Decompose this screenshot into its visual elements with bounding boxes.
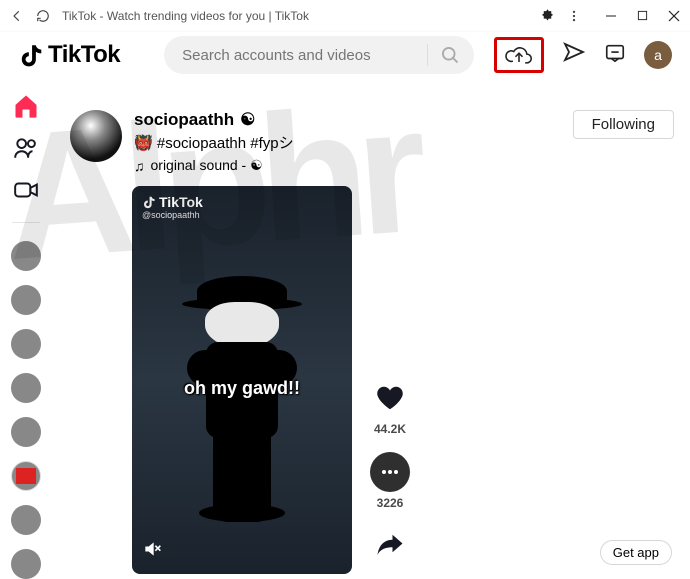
inbox-icon[interactable] [604, 42, 626, 69]
sound-name: original sound - ☯ [151, 157, 263, 174]
browser-chrome: TikTok - Watch trending videos for you |… [0, 0, 690, 32]
sound-row[interactable]: ♫ original sound - ☯ [134, 157, 561, 174]
action-bar: 44.2K 3226 [370, 378, 410, 574]
suggested-avatar[interactable] [11, 505, 41, 535]
menu-icon[interactable] [567, 9, 581, 23]
tiktok-logo[interactable]: TikTok [18, 41, 120, 69]
search-box[interactable] [164, 36, 474, 74]
live-icon[interactable] [12, 176, 40, 204]
video-overlay-text: oh my gawd!! [132, 378, 352, 399]
search-divider [427, 44, 428, 66]
feed-post: sociopaathh ☯ 👹 #sociopaathh #fypシ ♫ ori… [70, 110, 674, 574]
video-watermark: TikTok @sociopaathh [142, 194, 203, 220]
comment-button[interactable] [370, 452, 410, 492]
logo-text: TikTok [48, 41, 120, 69]
follow-button[interactable]: Following [573, 110, 674, 139]
sidebar-divider [12, 222, 40, 223]
yin-yang-icon: ☯ [240, 110, 255, 130]
sidebar [0, 86, 52, 579]
cloud-upload-icon [505, 44, 533, 66]
share-button[interactable] [370, 526, 410, 566]
suggested-avatar[interactable] [11, 549, 41, 579]
profile-avatar[interactable]: a [644, 41, 672, 69]
minimize-icon[interactable] [605, 10, 617, 22]
page-title: TikTok - Watch trending videos for you |… [62, 9, 528, 23]
comment-count: 3226 [377, 496, 404, 510]
reload-icon[interactable] [36, 9, 50, 23]
author-username[interactable]: sociopaathh ☯ [134, 110, 255, 130]
topbar: TikTok a [0, 32, 690, 78]
home-icon[interactable] [12, 92, 40, 120]
like-count: 44.2K [374, 422, 406, 436]
music-note-icon: ♫ [134, 158, 145, 174]
like-button[interactable] [370, 378, 410, 418]
suggested-avatar[interactable] [11, 329, 41, 359]
upload-button[interactable] [494, 37, 544, 73]
search-input[interactable] [182, 47, 419, 64]
author-avatar[interactable] [70, 110, 122, 162]
video-player[interactable]: TikTok @sociopaathh oh my gawd!! [132, 186, 352, 574]
suggested-avatar[interactable] [11, 417, 41, 447]
mute-icon[interactable] [142, 539, 162, 564]
suggested-avatar[interactable] [11, 461, 41, 491]
back-icon[interactable] [10, 9, 24, 23]
tiktok-note-icon [18, 42, 44, 68]
suggested-avatar[interactable] [11, 285, 41, 315]
suggested-avatar[interactable] [11, 241, 41, 271]
extensions-icon[interactable] [540, 8, 555, 23]
post-caption: 👹 #sociopaathh #fypシ [134, 132, 561, 153]
messages-icon[interactable] [562, 41, 586, 70]
search-icon[interactable] [436, 45, 464, 65]
maximize-icon[interactable] [637, 10, 648, 21]
following-icon[interactable] [12, 134, 40, 162]
get-app-button[interactable]: Get app [600, 540, 672, 565]
close-icon[interactable] [668, 10, 680, 22]
suggested-avatar[interactable] [11, 373, 41, 403]
